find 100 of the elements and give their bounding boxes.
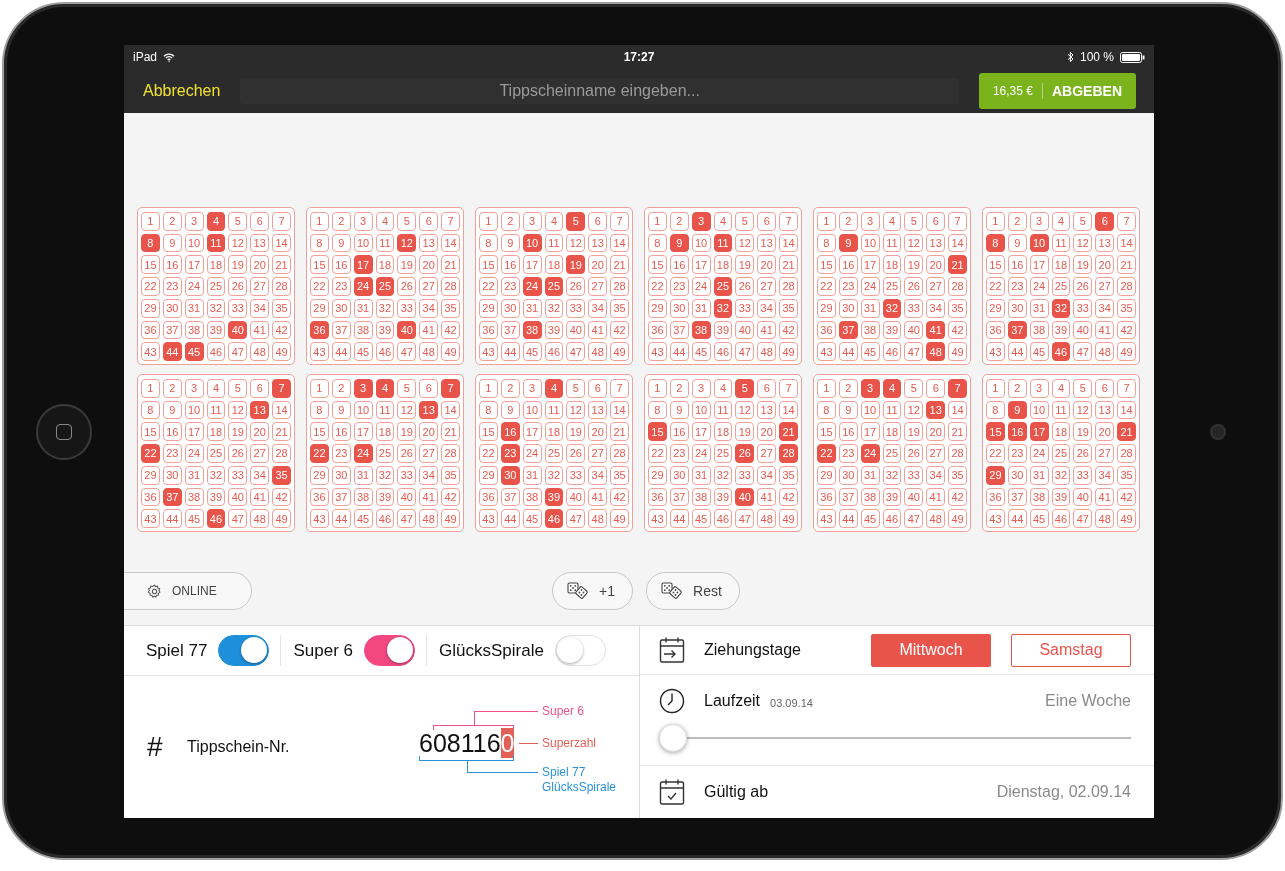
number-cell[interactable]: 42 — [779, 487, 798, 507]
number-cell[interactable]: 20 — [757, 255, 777, 275]
number-cell[interactable]: 48 — [926, 509, 946, 528]
number-cell[interactable]: 15 — [986, 422, 1005, 442]
number-cell[interactable]: 10 — [1029, 400, 1049, 420]
number-cell[interactable]: 46 — [544, 509, 564, 528]
number-cell[interactable]: 8 — [986, 400, 1005, 420]
number-cell[interactable]: 7 — [272, 379, 291, 398]
number-cell[interactable]: 37 — [162, 487, 182, 507]
number-cell[interactable]: 20 — [419, 255, 439, 275]
number-cell[interactable]: 23 — [162, 277, 182, 296]
number-cell[interactable]: 18 — [206, 422, 226, 442]
number-cell[interactable]: 13 — [757, 233, 777, 253]
mode-button[interactable]: ONLINE — [124, 572, 252, 610]
number-cell[interactable]: 17 — [353, 422, 373, 442]
number-cell[interactable]: 31 — [691, 465, 711, 485]
number-cell[interactable]: 23 — [838, 277, 858, 296]
number-cell[interactable]: 19 — [397, 255, 417, 275]
number-cell[interactable]: 27 — [588, 444, 608, 463]
number-cell[interactable]: 40 — [735, 320, 755, 340]
number-cell[interactable]: 16 — [331, 255, 351, 275]
number-cell[interactable]: 31 — [522, 298, 542, 318]
number-cell[interactable]: 36 — [648, 320, 667, 340]
number-cell[interactable]: 24 — [522, 277, 542, 296]
number-cell[interactable]: 20 — [757, 422, 777, 442]
number-cell[interactable]: 30 — [669, 298, 689, 318]
number-cell[interactable]: 21 — [441, 422, 460, 442]
number-cell[interactable]: 15 — [479, 422, 498, 442]
number-cell[interactable]: 6 — [757, 379, 777, 398]
number-cell[interactable]: 48 — [588, 509, 608, 528]
number-cell[interactable]: 1 — [479, 212, 498, 231]
number-cell[interactable]: 10 — [860, 233, 880, 253]
number-cell[interactable]: 40 — [904, 320, 924, 340]
number-cell[interactable]: 38 — [860, 320, 880, 340]
number-cell[interactable]: 24 — [860, 444, 880, 463]
number-cell[interactable]: 21 — [272, 255, 291, 275]
number-cell[interactable]: 26 — [228, 444, 248, 463]
number-cell[interactable]: 8 — [817, 400, 836, 420]
number-cell[interactable]: 49 — [441, 509, 460, 528]
number-cell[interactable]: 1 — [986, 379, 1005, 398]
number-cell[interactable]: 16 — [1007, 422, 1027, 442]
number-cell[interactable]: 38 — [522, 320, 542, 340]
number-cell[interactable]: 19 — [228, 422, 248, 442]
number-cell[interactable]: 48 — [1095, 342, 1115, 361]
number-cell[interactable]: 25 — [206, 277, 226, 296]
number-cell[interactable]: 22 — [986, 444, 1005, 463]
number-cell[interactable]: 18 — [544, 422, 564, 442]
number-cell[interactable]: 1 — [479, 379, 498, 398]
number-cell[interactable]: 37 — [1007, 487, 1027, 507]
number-cell[interactable]: 39 — [206, 487, 226, 507]
number-cell[interactable]: 18 — [882, 255, 902, 275]
number-cell[interactable]: 17 — [1029, 422, 1049, 442]
number-cell[interactable]: 13 — [419, 233, 439, 253]
number-cell[interactable]: 3 — [1029, 379, 1049, 398]
number-cell[interactable]: 6 — [757, 212, 777, 231]
number-cell[interactable]: 21 — [272, 422, 291, 442]
toggle-switch[interactable] — [364, 635, 415, 666]
number-cell[interactable]: 5 — [735, 212, 755, 231]
number-cell[interactable]: 6 — [588, 379, 608, 398]
number-cell[interactable]: 22 — [310, 444, 329, 463]
number-cell[interactable]: 4 — [206, 379, 226, 398]
number-cell[interactable]: 45 — [860, 509, 880, 528]
number-cell[interactable]: 1 — [310, 212, 329, 231]
number-cell[interactable]: 49 — [610, 509, 629, 528]
number-cell[interactable]: 11 — [206, 400, 226, 420]
weekday-button[interactable]: Samstag — [1011, 633, 1131, 667]
number-cell[interactable]: 22 — [648, 277, 667, 296]
number-cell[interactable]: 6 — [1095, 379, 1115, 398]
number-cell[interactable]: 47 — [904, 509, 924, 528]
number-cell[interactable]: 42 — [1117, 487, 1136, 507]
number-cell[interactable]: 44 — [331, 342, 351, 361]
number-cell[interactable]: 31 — [184, 465, 204, 485]
number-cell[interactable]: 36 — [310, 320, 329, 340]
number-cell[interactable]: 21 — [1117, 422, 1136, 442]
number-cell[interactable]: 24 — [184, 277, 204, 296]
quick-tip-button[interactable]: Rest — [646, 572, 740, 610]
number-cell[interactable]: 33 — [1073, 298, 1093, 318]
number-cell[interactable]: 41 — [250, 487, 270, 507]
number-cell[interactable]: 26 — [904, 277, 924, 296]
number-cell[interactable]: 37 — [331, 487, 351, 507]
number-cell[interactable]: 3 — [691, 379, 711, 398]
number-cell[interactable]: 49 — [610, 342, 629, 361]
number-cell[interactable]: 11 — [375, 400, 395, 420]
number-cell[interactable]: 30 — [669, 465, 689, 485]
number-cell[interactable]: 18 — [713, 255, 733, 275]
number-cell[interactable]: 35 — [779, 298, 798, 318]
number-cell[interactable]: 46 — [882, 342, 902, 361]
number-cell[interactable]: 45 — [691, 342, 711, 361]
number-cell[interactable]: 42 — [779, 320, 798, 340]
number-cell[interactable]: 34 — [419, 298, 439, 318]
number-cell[interactable]: 4 — [713, 212, 733, 231]
number-cell[interactable]: 21 — [610, 255, 629, 275]
number-cell[interactable]: 19 — [566, 422, 586, 442]
number-cell[interactable]: 2 — [162, 212, 182, 231]
number-cell[interactable]: 9 — [331, 233, 351, 253]
number-cell[interactable]: 15 — [479, 255, 498, 275]
number-cell[interactable]: 35 — [610, 298, 629, 318]
number-cell[interactable]: 19 — [1073, 422, 1093, 442]
number-cell[interactable]: 11 — [713, 400, 733, 420]
number-cell[interactable]: 6 — [419, 212, 439, 231]
